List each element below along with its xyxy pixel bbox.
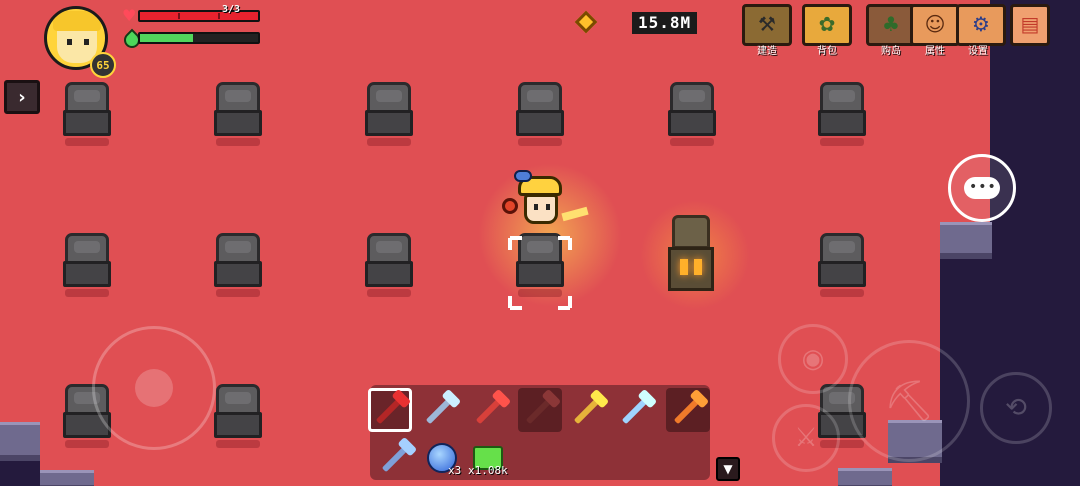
character-icon: ☺ (924, 12, 946, 36)
chevron-down-icon: ▼ (723, 462, 733, 476)
stone-ledge (0, 422, 40, 461)
movement-joystick[interactable] (92, 326, 216, 450)
energy-bar (138, 32, 260, 44)
currency-amount: 15.8M (632, 12, 698, 34)
expand-hotbar-button[interactable]: ▼ (716, 457, 740, 481)
dagger-icon (573, 395, 603, 425)
food-button[interactable]: ◉ (778, 324, 848, 394)
stone-pedestal[interactable] (63, 82, 111, 146)
map-button[interactable]: ▤ (1010, 4, 1050, 46)
shovel-icon (425, 395, 455, 425)
skill-button[interactable]: ⚔ (772, 404, 840, 472)
crystal-staff-icon (621, 395, 651, 425)
roll-icon: ⟲ (1005, 393, 1027, 423)
bow-icon (525, 395, 555, 425)
energy-bar-fill (140, 34, 194, 42)
health-text: 3/3 (222, 4, 241, 15)
attributes-button[interactable]: ☺ (910, 4, 960, 46)
stone-ledge (838, 468, 892, 486)
gold-gem-icon (574, 10, 598, 34)
player-level-badge: 65 (90, 52, 116, 78)
orb-count: x3 (448, 464, 462, 477)
hotbar-slot-staff[interactable] (614, 388, 658, 432)
health-bar-fill (140, 12, 258, 20)
stone-pedestal[interactable] (214, 233, 262, 297)
slime-count: x1.08k (468, 464, 508, 477)
hotbar-slot-dagger[interactable] (566, 388, 610, 432)
settings-label: 设置 (968, 46, 988, 57)
gear-icon: ⚙ (972, 12, 990, 36)
buy-island-button[interactable]: ♣ (866, 4, 916, 46)
heart-icon: ♥ (122, 6, 137, 25)
stone-pedestal[interactable] (214, 384, 262, 448)
stone-pedestal[interactable] (214, 82, 262, 146)
hotbar-slot-bow[interactable] (518, 388, 562, 432)
drill-icon (381, 443, 411, 473)
pickaxe-icon (375, 395, 405, 425)
island-icon: ♣ (882, 12, 900, 36)
stone-ledge (40, 470, 94, 486)
hotbar-slot-drill[interactable] (374, 436, 418, 480)
hotbar-slot-pickaxe[interactable] (368, 388, 412, 432)
hotbar-slot-shovel[interactable] (418, 388, 462, 432)
expand-side-panel-button[interactable]: › (4, 80, 40, 114)
sword-icon (475, 395, 505, 425)
settings-button[interactable]: ⚙ (956, 4, 1006, 46)
lit-lantern-pedestal[interactable] (668, 215, 714, 293)
backpack-button[interactable]: ✿ (802, 4, 852, 46)
hotbar-slot-spear[interactable] (666, 388, 710, 432)
target-reticle (508, 236, 572, 310)
joystick-knob[interactable] (135, 369, 173, 407)
stone-pedestal[interactable] (818, 233, 866, 297)
hotbar-slot-sword[interactable] (468, 388, 512, 432)
build-button[interactable]: ⚒ (742, 4, 792, 46)
bag-icon: ✿ (818, 12, 836, 36)
game-view[interactable]: 65 ♥ 3/3 15.8M ⚒ 建造 ✿ 背包 ♣ 购岛 ☺ 属性 ⚙ 设置 … (0, 0, 1080, 486)
build-label: 建造 (757, 46, 777, 57)
attack-button[interactable]: ⛏ (848, 340, 970, 462)
stone-pedestal[interactable] (818, 82, 866, 146)
backpack-label: 背包 (817, 46, 837, 57)
chat-bubble-icon (964, 177, 1000, 199)
scroll-map-icon: ▤ (1020, 12, 1040, 36)
stone-ledge (940, 222, 992, 259)
stone-pedestal[interactable] (63, 233, 111, 297)
meat-icon: ◉ (801, 344, 825, 374)
chevron-right-icon: › (18, 86, 26, 108)
sword-icon: ⚔ (794, 423, 818, 453)
chat-button[interactable] (948, 154, 1016, 222)
stone-pedestal[interactable] (365, 82, 413, 146)
stone-pedestal[interactable] (668, 82, 716, 146)
stone-pedestal[interactable] (516, 82, 564, 146)
fire-spear-icon (673, 395, 703, 425)
roll-button[interactable]: ⟲ (980, 372, 1052, 444)
anvil-icon: ⚒ (758, 12, 776, 36)
pickaxe-icon: ⛏ (883, 378, 935, 425)
stone-pedestal[interactable] (365, 233, 413, 297)
health-bar (138, 10, 260, 22)
